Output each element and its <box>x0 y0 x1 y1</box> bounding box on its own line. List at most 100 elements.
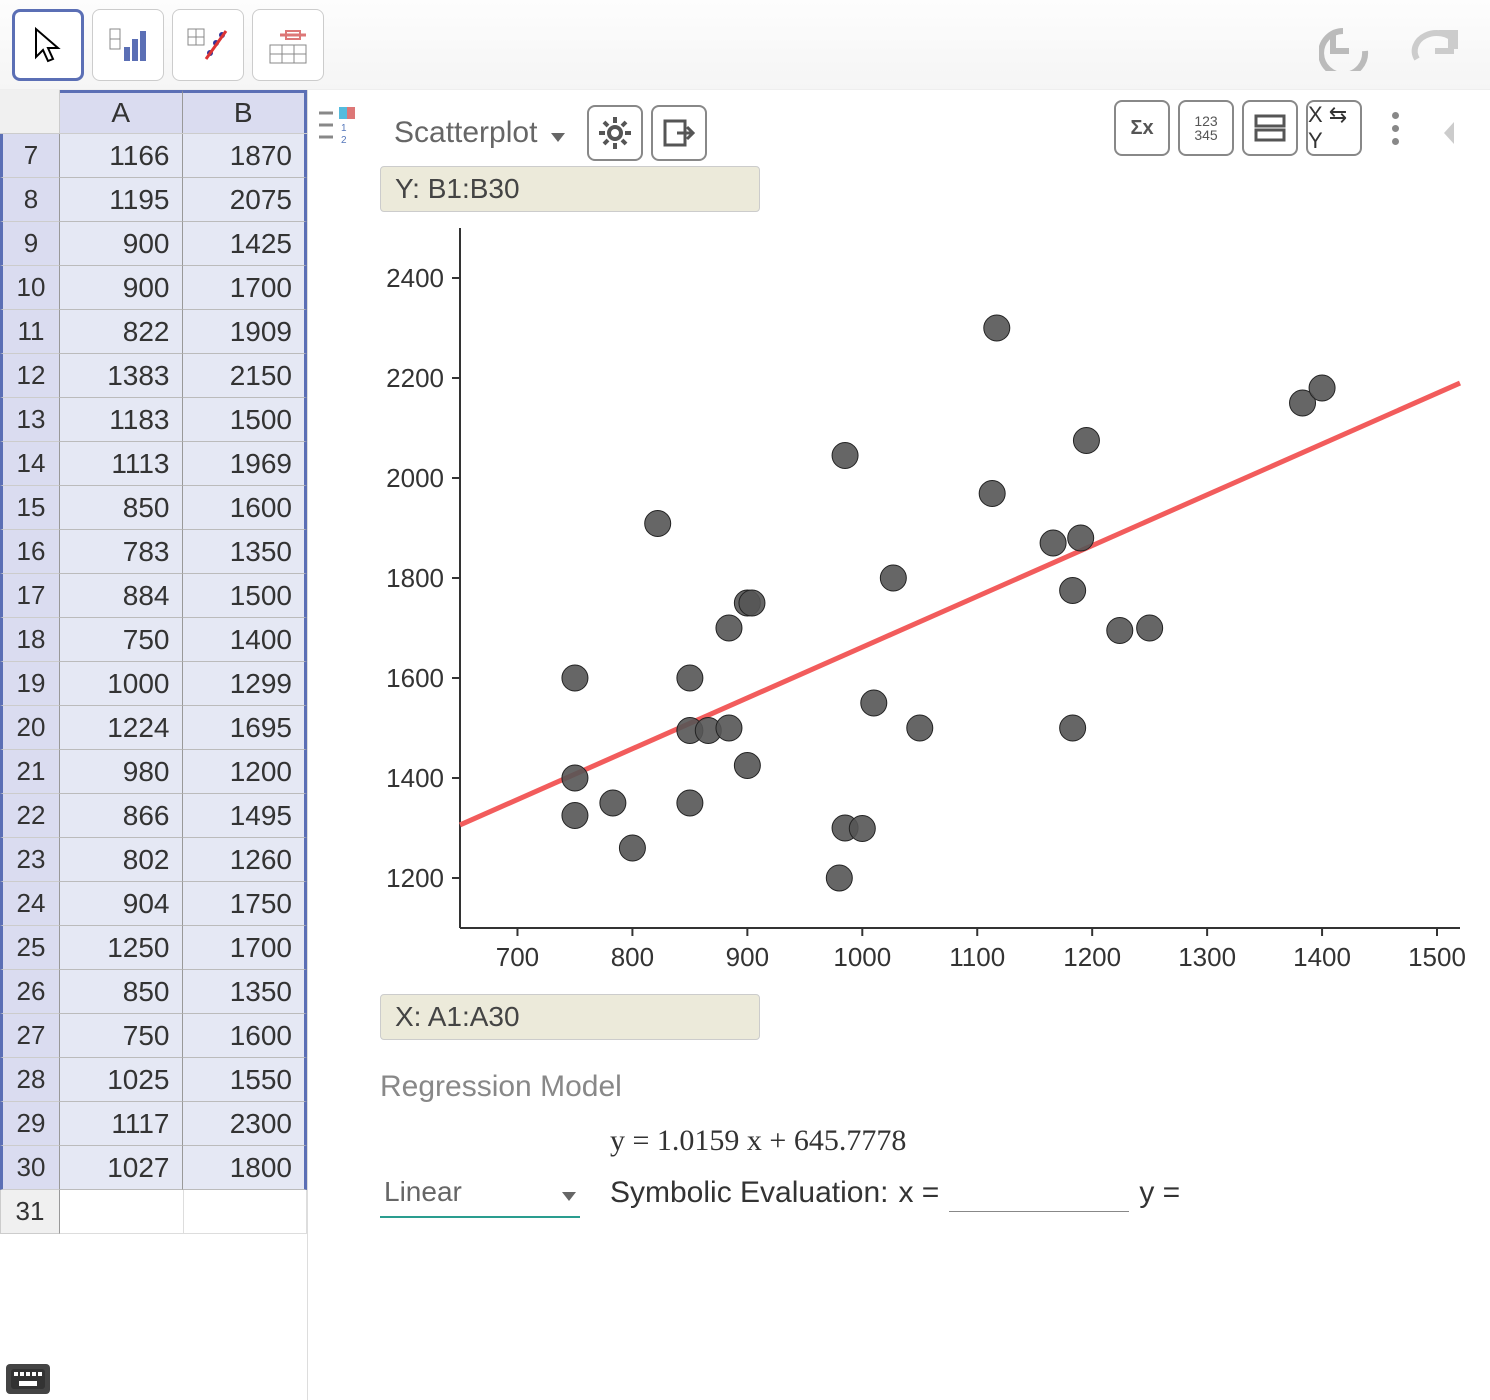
cell[interactable]: 750 <box>60 618 183 662</box>
cell[interactable]: 1383 <box>60 354 183 398</box>
cell[interactable]: 1400 <box>183 618 308 662</box>
row-header[interactable]: 17 <box>0 574 60 618</box>
cell[interactable]: 1600 <box>183 486 308 530</box>
row-header[interactable]: 7 <box>0 134 60 178</box>
cell[interactable] <box>184 1190 308 1234</box>
row-header[interactable]: 16 <box>0 530 60 574</box>
cell[interactable]: 2075 <box>183 178 308 222</box>
row-header[interactable]: 26 <box>0 970 60 1014</box>
cell[interactable] <box>60 1190 184 1234</box>
cell[interactable]: 1495 <box>183 794 308 838</box>
cell[interactable]: 1224 <box>60 706 183 750</box>
cell[interactable]: 1909 <box>183 310 308 354</box>
cell[interactable]: 802 <box>60 838 183 882</box>
cell[interactable]: 1700 <box>183 266 308 310</box>
cell[interactable]: 750 <box>60 1014 183 1058</box>
sym-x-input[interactable] <box>949 1175 1129 1212</box>
cell[interactable]: 866 <box>60 794 183 838</box>
cell[interactable]: 1695 <box>183 706 308 750</box>
two-variable-tool-button[interactable] <box>172 9 244 81</box>
collapse-panel-button[interactable] <box>1440 118 1460 148</box>
sum-stats-button[interactable]: Σx <box>1114 100 1170 156</box>
settings-button[interactable] <box>587 105 643 161</box>
row-header[interactable]: 29 <box>0 1102 60 1146</box>
row-header[interactable]: 8 <box>0 178 60 222</box>
row-header[interactable]: 15 <box>0 486 60 530</box>
cell[interactable]: 1500 <box>183 574 308 618</box>
row-header[interactable]: 12 <box>0 354 60 398</box>
row-header[interactable]: 9 <box>0 222 60 266</box>
cell[interactable]: 2150 <box>183 354 308 398</box>
row-header[interactable]: 22 <box>0 794 60 838</box>
layout-button[interactable] <box>1242 100 1298 156</box>
multi-variable-tool-button[interactable] <box>252 9 324 81</box>
cell[interactable]: 1113 <box>60 442 183 486</box>
cell[interactable]: 1200 <box>183 750 308 794</box>
row-header[interactable]: 23 <box>0 838 60 882</box>
undo-button[interactable] <box>1314 16 1384 76</box>
cell[interactable]: 904 <box>60 882 183 926</box>
cell[interactable]: 1166 <box>60 134 183 178</box>
cell[interactable]: 1700 <box>183 926 308 970</box>
more-menu-button[interactable] <box>1380 112 1410 145</box>
keyboard-icon[interactable] <box>6 1364 50 1394</box>
cell[interactable]: 850 <box>60 970 183 1014</box>
corner-cell[interactable] <box>0 90 60 133</box>
cell[interactable]: 850 <box>60 486 183 530</box>
cell[interactable]: 1870 <box>183 134 308 178</box>
cell[interactable]: 900 <box>60 222 183 266</box>
cell[interactable]: 2300 <box>183 1102 308 1146</box>
cell[interactable]: 1550 <box>183 1058 308 1102</box>
column-header-a[interactable]: A <box>60 90 183 133</box>
cell[interactable]: 884 <box>60 574 183 618</box>
chart-area[interactable]: 7008009001000110012001300140015001200140… <box>380 218 1470 988</box>
cell[interactable]: 1600 <box>183 1014 308 1058</box>
cell[interactable]: 1260 <box>183 838 308 882</box>
row-header[interactable]: 27 <box>0 1014 60 1058</box>
cell[interactable]: 822 <box>60 310 183 354</box>
row-header[interactable]: 11 <box>0 310 60 354</box>
cell[interactable]: 900 <box>60 266 183 310</box>
row-header[interactable]: 13 <box>0 398 60 442</box>
row-header[interactable]: 28 <box>0 1058 60 1102</box>
cell[interactable]: 1250 <box>60 926 183 970</box>
cell[interactable]: 1800 <box>183 1146 308 1190</box>
row-header[interactable]: 31 <box>0 1190 60 1234</box>
cell[interactable]: 1350 <box>183 970 308 1014</box>
pointer-tool-button[interactable] <box>12 9 84 81</box>
row-header[interactable]: 18 <box>0 618 60 662</box>
show-data-table-button[interactable]: 123345 <box>1178 100 1234 156</box>
row-header[interactable]: 10 <box>0 266 60 310</box>
cell[interactable]: 980 <box>60 750 183 794</box>
one-variable-tool-button[interactable] <box>92 9 164 81</box>
cell[interactable]: 1750 <box>183 882 308 926</box>
y-range-input[interactable]: Y: B1:B30 <box>380 166 760 212</box>
row-header[interactable]: 30 <box>0 1146 60 1190</box>
column-header-b[interactable]: B <box>183 90 308 133</box>
cell[interactable]: 1969 <box>183 442 308 486</box>
cell[interactable]: 1025 <box>60 1058 183 1102</box>
swap-xy-button[interactable]: X ⇆ Y <box>1306 100 1362 156</box>
row-header[interactable]: 19 <box>0 662 60 706</box>
row-header[interactable]: 20 <box>0 706 60 750</box>
cell[interactable]: 1299 <box>183 662 308 706</box>
row-header[interactable]: 14 <box>0 442 60 486</box>
row-header[interactable]: 24 <box>0 882 60 926</box>
x-range-input[interactable]: X: A1:A30 <box>380 994 760 1040</box>
regression-type-dropdown[interactable]: Linear <box>380 1168 580 1218</box>
cell[interactable]: 1500 <box>183 398 308 442</box>
row-header[interactable]: 21 <box>0 750 60 794</box>
cell[interactable]: 1117 <box>60 1102 183 1146</box>
show-data-button[interactable]: 12 <box>308 96 368 156</box>
cell[interactable]: 1000 <box>60 662 183 706</box>
cell[interactable]: 1183 <box>60 398 183 442</box>
chart-type-dropdown[interactable]: Scatterplot <box>380 110 579 156</box>
row-header[interactable]: 25 <box>0 926 60 970</box>
cell[interactable]: 1425 <box>183 222 308 266</box>
redo-button[interactable] <box>1400 16 1470 76</box>
cell[interactable]: 1195 <box>60 178 183 222</box>
cell[interactable]: 1027 <box>60 1146 183 1190</box>
cell[interactable]: 783 <box>60 530 183 574</box>
cell[interactable]: 1350 <box>183 530 308 574</box>
export-button[interactable] <box>651 105 707 161</box>
